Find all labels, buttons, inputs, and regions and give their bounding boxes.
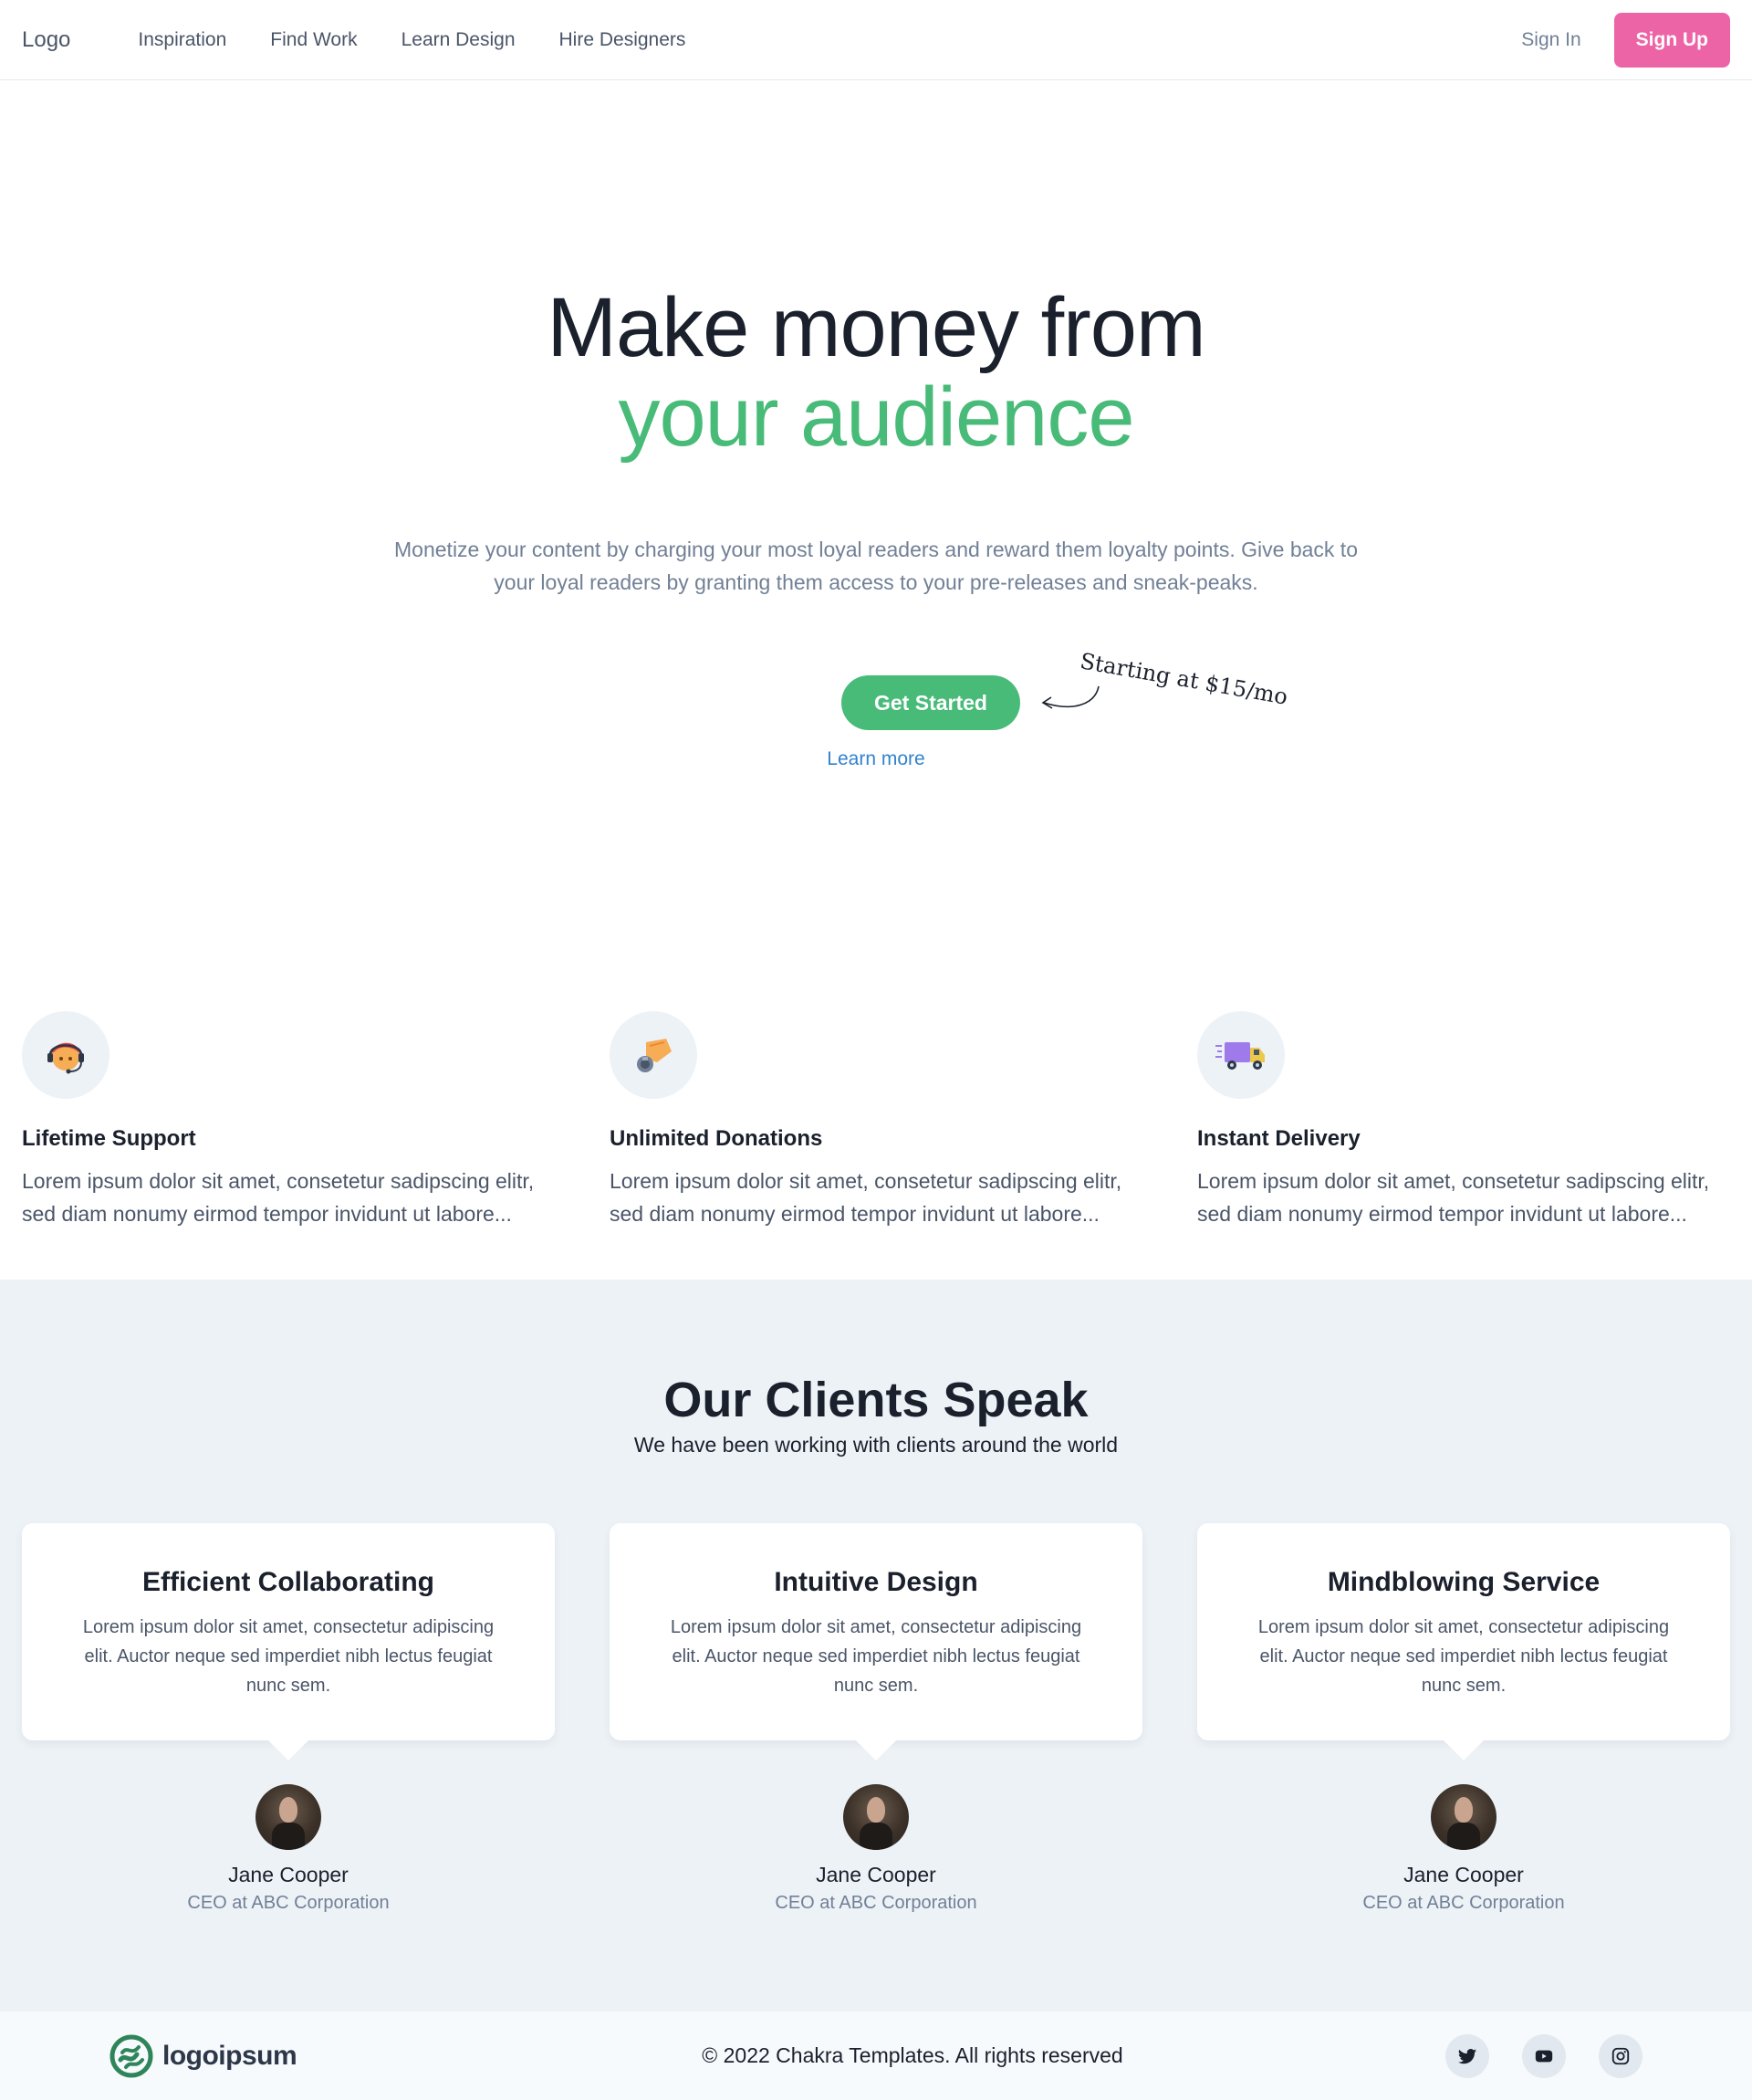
instagram-icon (1611, 2047, 1630, 2064)
instagram-button[interactable] (1599, 2033, 1642, 2078)
feature-title: Unlimited Donations (610, 1126, 823, 1151)
curved-arrow-icon (1041, 685, 1100, 709)
hero-section: Make money from your audience Monetize y… (0, 80, 1752, 993)
copyright-text: © 2022 Chakra Templates. All rights rese… (702, 2043, 1123, 2067)
support-agent-icon (22, 1011, 110, 1099)
testimonial-person: Jane Cooper CEO at ABC Corporation (610, 1784, 1142, 1914)
features-section: Lifetime Support Lorem ipsum dolor sit a… (0, 1011, 1752, 1230)
testimonial-person: Jane Cooper CEO at ABC Corporation (1197, 1784, 1730, 1914)
testimonials-section: Our Clients Speak We have been working w… (0, 1280, 1752, 2011)
testimonial-text: Lorem ipsum dolor sit amet, consectetur … (82, 1617, 495, 1696)
testimonial-title: Intuitive Design (774, 1567, 978, 1597)
nav-link-find-work[interactable]: Find Work (270, 29, 357, 51)
feature-item: Unlimited Donations Lorem ipsum dolor si… (610, 1011, 1139, 1230)
avatar (1431, 1784, 1496, 1850)
donation-hand-icon (610, 1011, 697, 1099)
testimonial-title: Mindblowing Service (1327, 1567, 1601, 1597)
logoipsum-icon (110, 2034, 153, 2077)
testimonials-heading: Our Clients Speak (663, 1373, 1089, 1427)
feature-text: Lorem ipsum dolor sit amet, consetetur s… (610, 1169, 1122, 1226)
nav-link-learn-design[interactable]: Learn Design (402, 29, 516, 51)
delivery-truck-icon (1197, 1011, 1285, 1099)
hero-title: Make money from your audience (0, 283, 1752, 462)
nav-logo[interactable]: Logo (22, 27, 70, 53)
twitter-icon (1457, 2048, 1477, 2063)
person-role: CEO at ABC Corporation (775, 1893, 977, 1913)
feature-text: Lorem ipsum dolor sit amet, consetetur s… (1197, 1169, 1710, 1226)
cta-group: Get Started Learn more Starting at $15/m… (694, 648, 1289, 776)
avatar (843, 1784, 909, 1850)
feature-item: Lifetime Support Lorem ipsum dolor sit a… (22, 1011, 551, 1230)
learn-more-link[interactable]: Learn more (694, 748, 1058, 770)
hero-title-line2: your audience (618, 371, 1135, 464)
testimonial-item: Mindblowing Service Lorem ipsum dolor si… (1197, 1523, 1730, 1914)
testimonial-text: Lorem ipsum dolor sit amet, consectetur … (670, 1617, 1082, 1696)
feature-title: Instant Delivery (1197, 1126, 1361, 1151)
testimonial-card: Intuitive Design Lorem ipsum dolor sit a… (610, 1523, 1142, 1760)
person-role: CEO at ABC Corporation (187, 1893, 390, 1913)
hero-description: Monetize your content by charging your m… (394, 538, 1358, 594)
twitter-button[interactable] (1445, 2033, 1489, 2078)
feature-item: Instant Delivery Lorem ipsum dolor sit a… (1197, 1011, 1726, 1230)
testimonial-item: Intuitive Design Lorem ipsum dolor sit a… (610, 1523, 1142, 1914)
person-name: Jane Cooper (1403, 1863, 1524, 1886)
person-role: CEO at ABC Corporation (1362, 1893, 1565, 1913)
nav-links: Inspiration Find Work Learn Design Hire … (138, 29, 729, 51)
testimonials-subheading: We have been working with clients around… (633, 1433, 1119, 1457)
youtube-icon (1535, 2050, 1553, 2062)
pricing-note: Starting at $15/mo (1078, 648, 1290, 710)
footer-brand[interactable]: logoipsum (110, 2034, 383, 2078)
feature-text: Lorem ipsum dolor sit amet, consetetur s… (22, 1169, 535, 1226)
avatar (256, 1784, 321, 1850)
hero-title-line1: Make money from (547, 281, 1205, 374)
testimonial-text: Lorem ipsum dolor sit amet, consectetur … (1257, 1617, 1670, 1696)
get-started-button[interactable]: Get Started (841, 675, 1020, 730)
testimonial-person: Jane Cooper CEO at ABC Corporation (22, 1784, 555, 1914)
person-name: Jane Cooper (228, 1863, 349, 1886)
social-links (1442, 2033, 1642, 2078)
testimonial-card: Efficient Collaborating Lorem ipsum dolo… (22, 1523, 555, 1760)
nav-link-inspiration[interactable]: Inspiration (138, 29, 226, 51)
nav-link-hire-designers[interactable]: Hire Designers (559, 29, 686, 51)
sign-up-button[interactable]: Sign Up (1613, 12, 1730, 68)
person-name: Jane Cooper (816, 1863, 936, 1886)
feature-title: Lifetime Support (22, 1126, 196, 1151)
testimonial-title: Efficient Collaborating (141, 1567, 434, 1597)
testimonial-card: Mindblowing Service Lorem ipsum dolor si… (1197, 1523, 1730, 1760)
top-navbar: Logo Inspiration Find Work Learn Design … (0, 0, 1752, 80)
testimonial-item: Efficient Collaborating Lorem ipsum dolo… (22, 1523, 555, 1914)
footer-brand-text: logoipsum (162, 2040, 297, 2071)
footer: logoipsum © 2022 Chakra Templates. All r… (0, 2011, 1752, 2100)
sign-in-link[interactable]: Sign In (1521, 29, 1580, 51)
youtube-button[interactable] (1522, 2033, 1566, 2078)
testimonial-cards: Efficient Collaborating Lorem ipsum dolo… (0, 1523, 1752, 1914)
